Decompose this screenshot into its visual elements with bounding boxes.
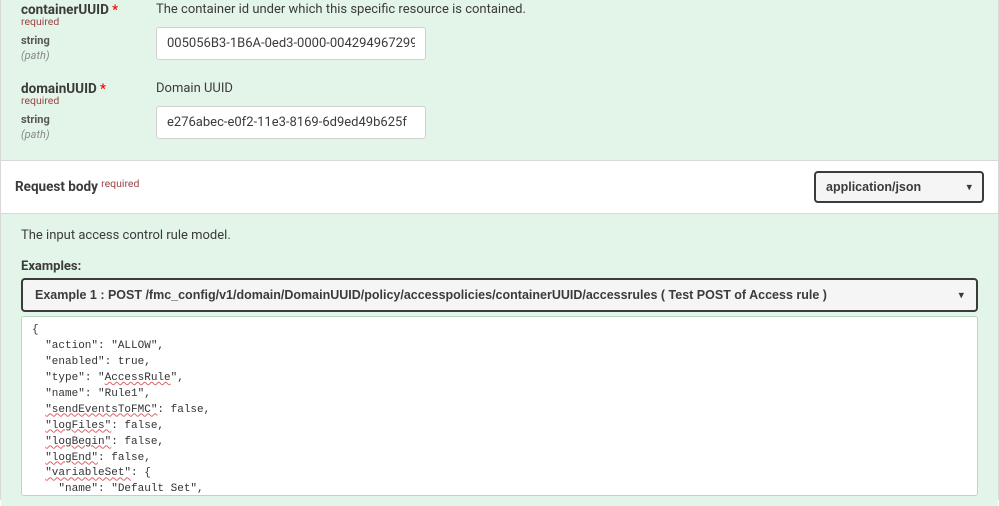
content-type-select[interactable]: application/json: [814, 171, 984, 203]
required-label: required: [101, 177, 139, 190]
examples-select[interactable]: Example 1 : POST /fmc_config/v1/domain/D…: [21, 278, 978, 312]
param-type: string: [21, 113, 50, 126]
request-body-section: The input access control rule model. Exa…: [1, 214, 998, 506]
param-type: string: [21, 34, 50, 47]
request-body-editor[interactable]: { "action": "ALLOW", "enabled": true, "t…: [21, 316, 978, 496]
domainUUID-input[interactable]: [156, 106, 426, 139]
request-body-label: Request body: [15, 179, 98, 195]
param-row-domainUUID: domainUUID * required string (path) Doma…: [21, 63, 978, 142]
content-type-wrap: application/json: [814, 171, 984, 203]
param-desc-col: The container id under which this specif…: [156, 2, 978, 63]
required-label: required: [21, 15, 59, 28]
parameters-section: containerUUID * required string (path) T…: [1, 0, 998, 160]
request-body-bar: Request body required application/json: [1, 160, 998, 214]
containerUUID-input[interactable]: [156, 27, 426, 60]
param-desc-col: Domain UUID: [156, 81, 978, 142]
examples-label: Examples:: [21, 259, 978, 274]
param-name-col: containerUUID * required string (path): [21, 2, 141, 63]
param-row-containerUUID: containerUUID * required string (path) T…: [21, 0, 978, 63]
param-description: Domain UUID: [156, 81, 978, 96]
example-select-wrap: Example 1 : POST /fmc_config/v1/domain/D…: [21, 278, 978, 312]
request-body-description: The input access control rule model.: [21, 228, 978, 243]
param-in: (path): [21, 128, 50, 141]
required-label: required: [21, 94, 59, 107]
param-name-col: domainUUID * required string (path): [21, 81, 141, 142]
required-star-icon: *: [112, 3, 118, 18]
param-description: The container id under which this specif…: [156, 2, 978, 17]
request-body-label-wrap: Request body required: [15, 179, 139, 195]
param-in: (path): [21, 49, 50, 62]
required-star-icon: *: [100, 82, 106, 97]
